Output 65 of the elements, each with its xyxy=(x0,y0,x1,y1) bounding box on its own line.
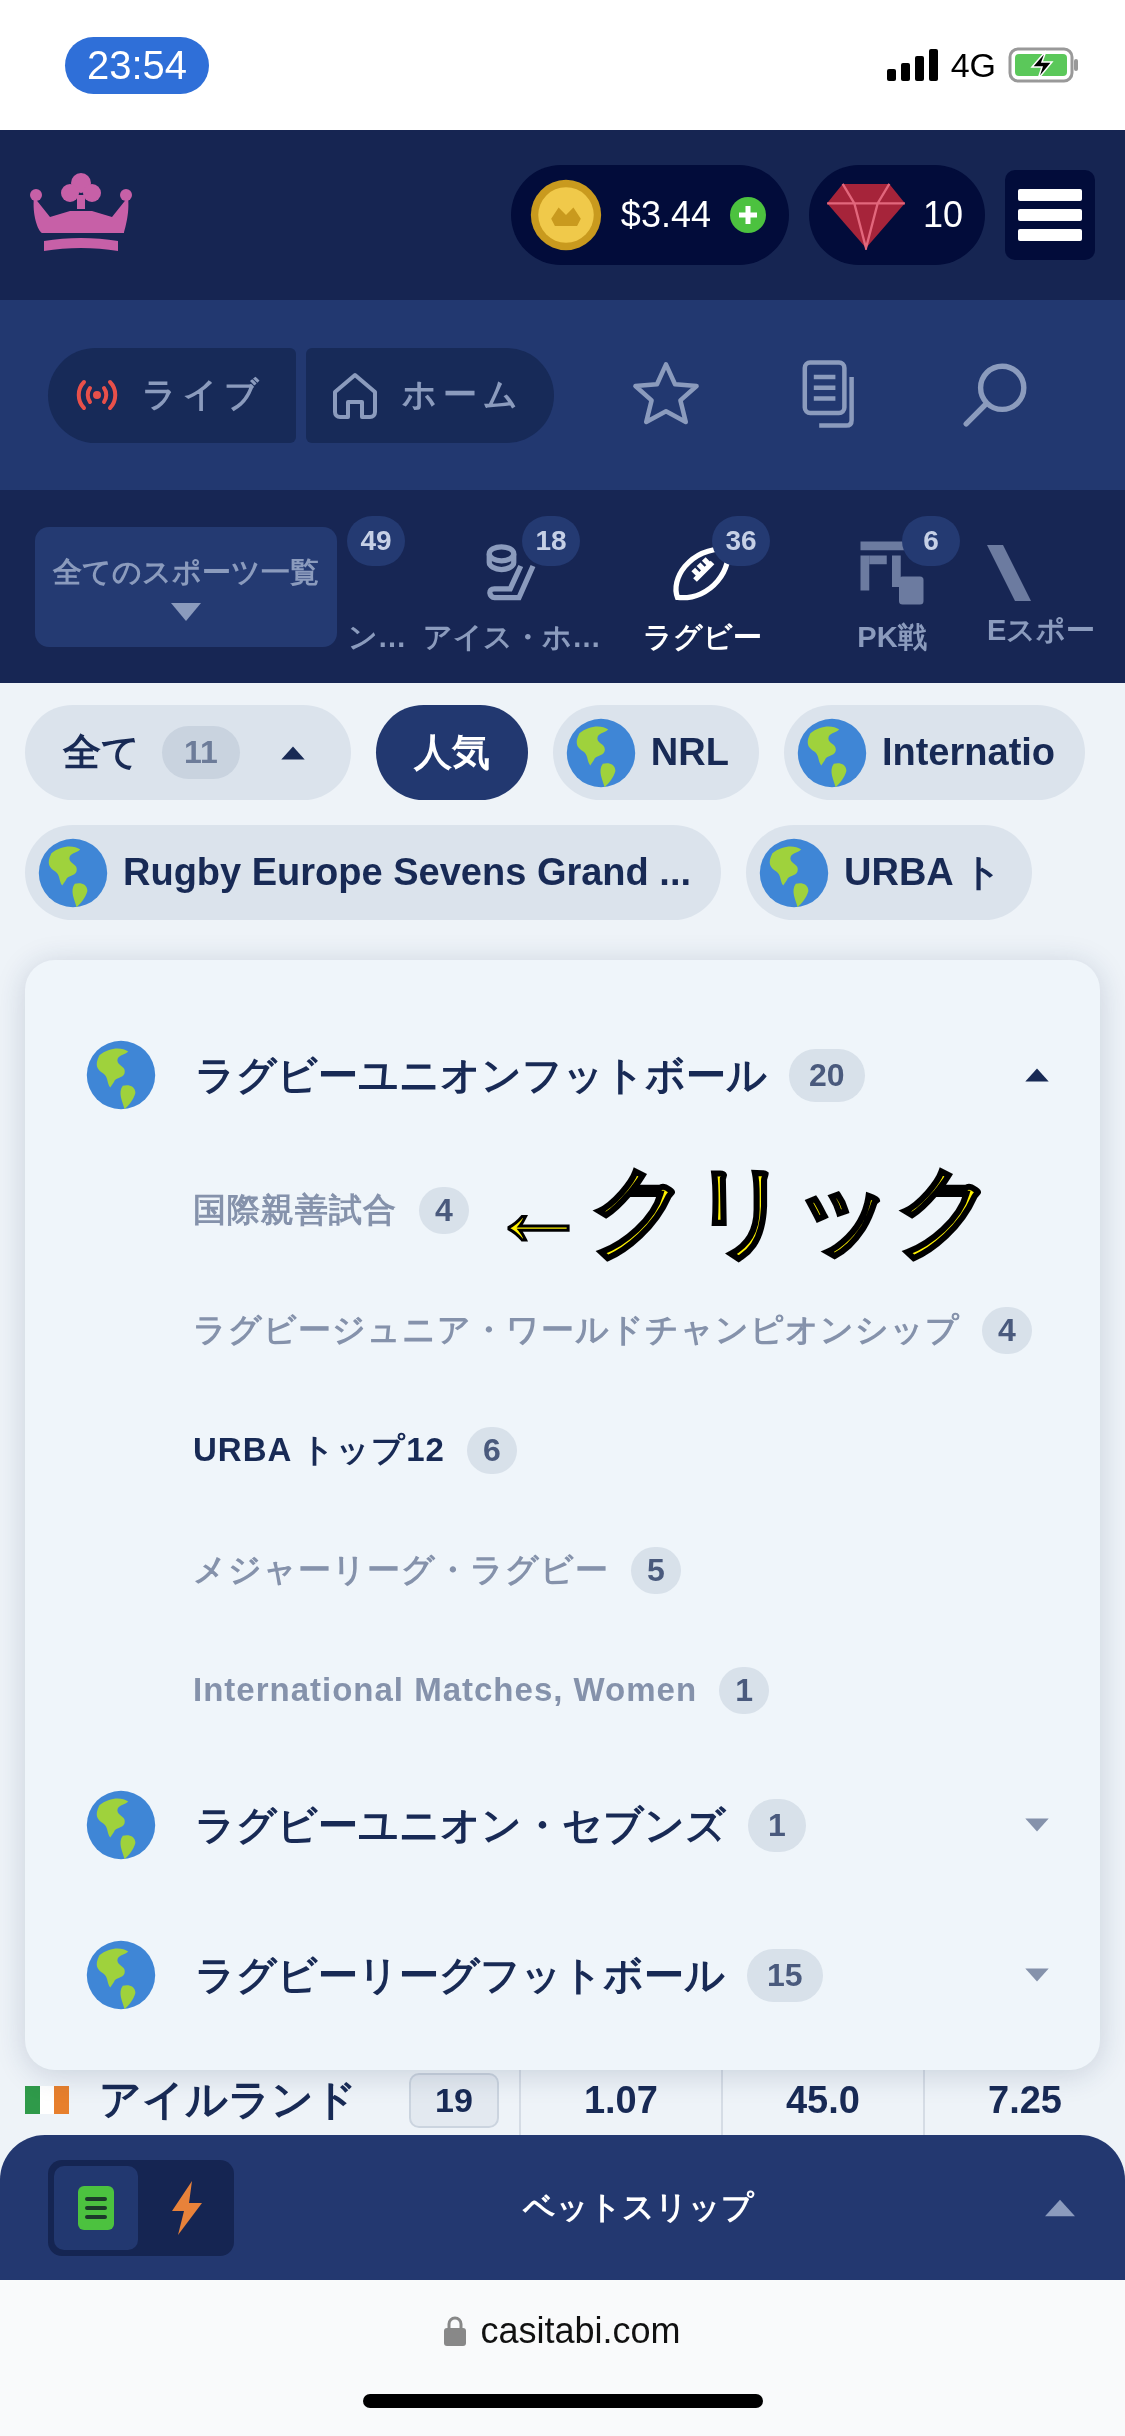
bet-slip-bar[interactable]: ベットスリップ xyxy=(0,2135,1125,2280)
count-badge: 20 xyxy=(789,1048,865,1102)
list-icon xyxy=(78,2185,114,2230)
count-badge: 18 xyxy=(522,515,580,566)
annotation-text: ←クリック xyxy=(488,1160,997,1260)
slash-icon xyxy=(987,544,1031,601)
globe-icon xyxy=(37,836,109,909)
sport-tab[interactable]: 6 PK戦 xyxy=(797,515,987,658)
globe-icon xyxy=(85,1939,157,2011)
count-badge: 49 xyxy=(347,515,405,566)
live-tab[interactable]: ライブ xyxy=(48,347,296,443)
caret-icon[interactable] xyxy=(279,744,306,761)
count-badge: 1 xyxy=(719,1666,769,1714)
filter-chip[interactable]: Rugby Europe Sevens Grand ... xyxy=(25,825,721,920)
count-badge: 6 xyxy=(902,515,960,566)
menu-button[interactable] xyxy=(1005,170,1095,260)
home-icon xyxy=(330,370,380,420)
balance-pill[interactable]: $3.44 xyxy=(510,165,789,265)
count-badge: 1 xyxy=(748,1798,806,1852)
signal-icon xyxy=(886,49,939,81)
count-badge: 15 xyxy=(747,1948,823,2002)
gem-icon xyxy=(826,180,905,250)
lock-icon xyxy=(444,2316,467,2346)
clock-time: 23:54 xyxy=(65,36,210,94)
globe-icon xyxy=(85,1789,157,1861)
market-count[interactable]: 19 xyxy=(409,2072,499,2128)
filter-chip[interactable]: NRL xyxy=(552,705,759,800)
filter-chip[interactable]: Internatio xyxy=(783,705,1086,800)
globe-icon xyxy=(564,716,637,789)
sport-tab[interactable]: Eスポー xyxy=(987,522,1112,651)
slip-toggle[interactable] xyxy=(54,2165,138,2250)
team-name: アイルランド xyxy=(99,2075,358,2125)
url-text[interactable]: casitabi.com xyxy=(480,2310,681,2352)
league-group[interactable]: ラグビーリーグフットボール 15 xyxy=(25,1900,1100,2050)
count-badge: 4 xyxy=(982,1306,1032,1354)
count-badge: 5 xyxy=(631,1546,681,1594)
count-badge: 4 xyxy=(419,1186,469,1234)
balance-amount: $3.44 xyxy=(620,194,711,236)
gem-count: 10 xyxy=(922,194,963,236)
globe-icon xyxy=(758,836,830,909)
filter-chip[interactable]: 全て 11 xyxy=(25,705,351,800)
count-badge: 6 xyxy=(467,1426,517,1474)
home-tab[interactable]: ホーム xyxy=(306,347,554,443)
globe-icon xyxy=(85,1039,157,1111)
coin-icon xyxy=(528,178,603,252)
count-badge: 36 xyxy=(712,515,770,566)
globe-icon xyxy=(795,716,868,789)
sport-tab[interactable]: 18 アイス・ホ… xyxy=(417,515,607,658)
league-group[interactable]: ラグビーユニオンフットボール 20 xyxy=(25,1000,1100,1150)
filter-chip[interactable]: 人気 xyxy=(375,705,528,800)
sport-tab[interactable]: 36 ラグビー xyxy=(607,515,797,658)
broadcast-icon xyxy=(74,378,120,412)
sport-tab[interactable]: 49 ン… xyxy=(337,515,417,658)
battery-icon xyxy=(1008,47,1080,83)
gems-pill[interactable]: 10 xyxy=(808,165,985,265)
filter-chip[interactable]: URBA ト xyxy=(746,825,1032,920)
plus-icon[interactable] xyxy=(728,196,767,234)
caret-icon[interactable] xyxy=(1024,1067,1050,1083)
league-group[interactable]: ラグビーユニオン・セブンズ 1 xyxy=(25,1750,1100,1900)
bet-slip-title: ベットスリップ xyxy=(521,2187,756,2227)
all-sports-button[interactable]: 全てのスポーツ一覧 xyxy=(35,526,337,647)
caret-icon xyxy=(171,602,201,621)
league-item[interactable]: URBA トップ12 xyxy=(193,1427,445,1473)
network-label: 4G xyxy=(950,45,996,85)
flag-icon xyxy=(25,2086,69,2114)
